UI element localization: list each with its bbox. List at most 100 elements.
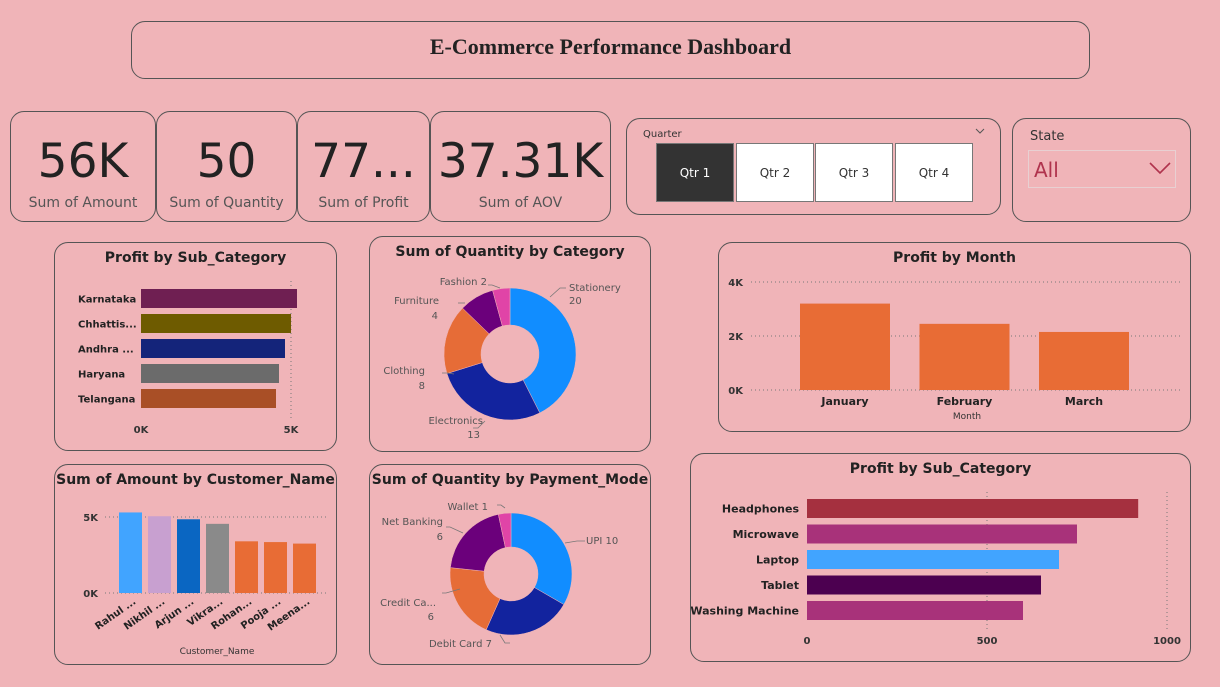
kpi-value: 56K [37, 134, 129, 189]
qty-by-payment-card: Sum of Quantity by Payment_Mode UPI 10 De… [369, 464, 651, 665]
profit-by-subcategory-card: Profit by Sub_Category 0 500 1000 Headphone… [690, 453, 1191, 662]
y-tick-label: 0K [728, 386, 744, 397]
slice-label: UPI 10 [586, 536, 618, 547]
slice-label: Net Banking [382, 517, 443, 528]
kpi-card-aov[interactable]: 37.31K Sum of AOV [430, 111, 611, 222]
bar[interactable] [177, 519, 200, 593]
donut-slice[interactable] [446, 362, 541, 421]
bar[interactable] [141, 314, 291, 333]
bar[interactable] [119, 512, 142, 593]
state-slicer-header: State [1030, 129, 1065, 144]
bar[interactable] [807, 550, 1059, 569]
donut-slice[interactable] [450, 514, 506, 572]
leader-line [564, 540, 585, 544]
bar[interactable] [919, 323, 1010, 390]
slice-label: Fashion 2 [440, 277, 487, 288]
donut-slice[interactable] [510, 512, 573, 605]
leader-line [499, 634, 510, 644]
slice-label: 8 [419, 381, 425, 392]
quarter-option-qtr3[interactable]: Qtr 3 [815, 143, 893, 202]
bar[interactable] [293, 543, 316, 593]
category-label: Laptop [756, 554, 799, 567]
x-tick-label: 0K [134, 425, 150, 436]
bar[interactable] [264, 542, 287, 593]
x-tick-label: 1000 [1153, 636, 1181, 647]
category-label: January [820, 395, 868, 408]
quarter-option-qtr4[interactable]: Qtr 4 [895, 143, 973, 202]
kpi-card-amount[interactable]: 56K Sum of Amount [10, 111, 156, 222]
qty-by-payment-chart[interactable]: UPI 10 Debit Card 7 Credit Ca... 6 Net Banki… [370, 465, 650, 664]
bar[interactable] [141, 364, 279, 383]
quarter-slicer-header: Quarter [643, 129, 682, 140]
slice-label: Debit Card 7 [429, 639, 492, 650]
slice-label: 13 [467, 430, 480, 441]
slice-label: 20 [569, 296, 582, 307]
category-label: Chhattis... [78, 320, 137, 331]
y-tick-label: 4K [728, 278, 744, 289]
quarter-option-qtr2[interactable]: Qtr 2 [736, 143, 814, 202]
category-label: Microwave [733, 528, 799, 541]
category-label: Tablet [761, 579, 799, 592]
profit-by-state-chart[interactable]: 0K 5K Karnataka Chhattis... Andhra ... Haryan… [55, 243, 336, 450]
chevron-down-icon[interactable] [975, 128, 985, 135]
slice-label: 6 [437, 532, 443, 543]
bar[interactable] [807, 601, 1023, 620]
quarter-option-qtr1[interactable]: Qtr 1 [656, 143, 734, 202]
category-label: Andhra ... [78, 345, 134, 356]
slice-label: Wallet 1 [447, 502, 488, 513]
x-tick-label: 5K [284, 425, 300, 436]
category-label: February [937, 395, 993, 408]
bar[interactable] [148, 516, 171, 593]
profit-by-month-chart[interactable]: 4K 2K 0K January February March Month [719, 243, 1190, 431]
dashboard-title-box: E-Commerce Performance Dashboard [131, 21, 1090, 79]
slice-label: 6 [428, 612, 434, 623]
kpi-value: 77... [311, 134, 416, 189]
dashboard-title: E-Commerce Performance Dashboard [429, 34, 792, 59]
chevron-down-icon [1149, 162, 1171, 175]
state-dropdown-value: All [1034, 158, 1059, 182]
category-label: March [1065, 395, 1103, 408]
bar[interactable] [235, 541, 258, 593]
category-label: Washing Machine [691, 605, 799, 618]
bar[interactable] [807, 524, 1077, 544]
category-label: Telangana [78, 395, 135, 406]
kpi-label: Sum of Profit [318, 195, 409, 211]
x-tick-label: 500 [977, 636, 998, 647]
amount-by-customer-card: Sum of Amount by Customer_Name 5K 0K Rahul… [54, 464, 337, 665]
profit-by-state-card: Profit by Sub_Category 0K 5K Karnataka Chha… [54, 242, 337, 451]
bar[interactable] [141, 289, 297, 308]
slice-label: Electronics [428, 416, 483, 427]
profit-by-month-card: Profit by Month 4K 2K 0K January February Mar… [718, 242, 1191, 432]
state-dropdown[interactable]: All [1028, 150, 1176, 188]
bar[interactable] [141, 339, 285, 358]
kpi-label: Sum of Quantity [169, 195, 284, 211]
bar[interactable] [141, 389, 276, 408]
leader-line [488, 284, 501, 289]
kpi-value: 50 [196, 134, 257, 189]
leader-line [446, 526, 464, 534]
bar[interactable] [206, 523, 229, 593]
qty-by-category-chart[interactable]: Stationery 20 Electronics 13 Clothing 8 Furnit… [370, 237, 650, 451]
bar[interactable] [807, 575, 1041, 595]
y-tick-label: 0K [83, 589, 99, 600]
state-slicer: State All [1012, 118, 1191, 222]
profit-by-subcategory-chart[interactable]: 0 500 1000 Headphones Microwave Laptop Tablet W… [691, 454, 1190, 661]
category-label: Karnataka [78, 295, 136, 306]
leader-line [497, 504, 506, 509]
kpi-label: Sum of Amount [28, 195, 138, 211]
leader-line [549, 287, 566, 298]
y-tick-label: 5K [83, 513, 99, 524]
slice-label: Clothing [383, 366, 425, 377]
kpi-card-profit[interactable]: 77... Sum of Profit [297, 111, 430, 222]
slice-label: 4 [432, 311, 438, 322]
bar[interactable] [800, 303, 890, 390]
y-tick-label: 2K [728, 332, 744, 343]
kpi-card-quantity[interactable]: 50 Sum of Quantity [156, 111, 297, 222]
x-tick-label: 0 [804, 636, 811, 647]
category-label: Haryana [78, 370, 125, 381]
qty-by-category-card: Sum of Quantity by Category Stationery 20… [369, 236, 651, 452]
bar[interactable] [1039, 331, 1129, 390]
bar[interactable] [807, 499, 1139, 518]
amount-by-customer-chart[interactable]: 5K0KRahul ...Nikhil ...Arjun ...Vikra...… [55, 465, 336, 664]
kpi-value: 37.31K [437, 134, 604, 189]
